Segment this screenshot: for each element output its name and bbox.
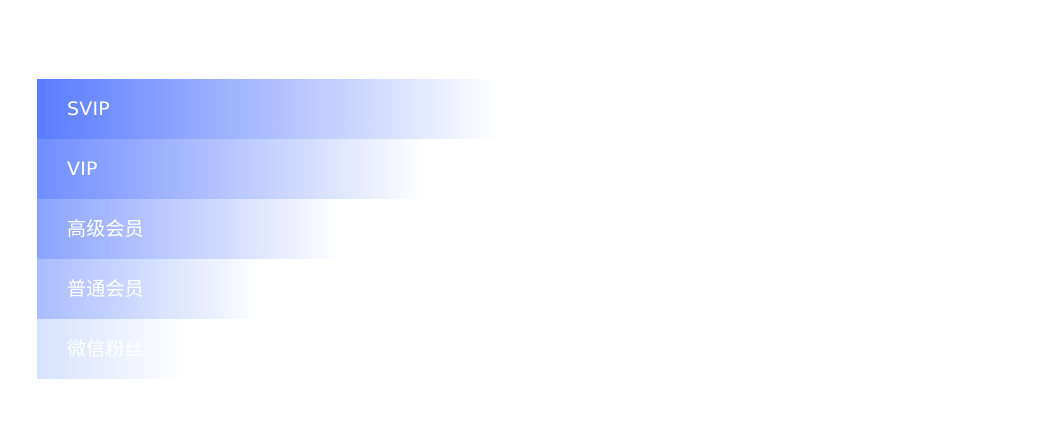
tier-senior-member-label: 高级会员: [67, 217, 144, 240]
tier-senior-member: 高级会员: [37, 199, 517, 259]
tier-wechat-fan-label: 微信粉丝: [67, 337, 144, 360]
tier-regular-member-label: 普通会员: [67, 277, 144, 300]
tier-vip-label: VIP: [67, 157, 98, 180]
tier-svip: SVIP: [37, 79, 517, 139]
member-tier-diagram: SVIP VIP 高级会员 普通会员 微信粉丝: [37, 79, 517, 379]
tier-svip-label: SVIP: [67, 97, 110, 120]
tier-wechat-fan: 微信粉丝: [37, 319, 517, 379]
tier-regular-member: 普通会员: [37, 259, 517, 319]
tier-vip: VIP: [37, 139, 517, 199]
